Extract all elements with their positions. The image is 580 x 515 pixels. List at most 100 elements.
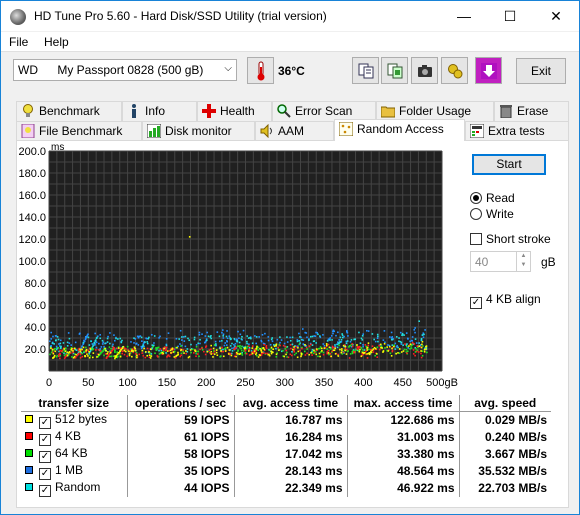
tab-extra-tests[interactable]: Extra tests <box>465 121 569 141</box>
result-size-cell[interactable]: ✓ 1 MB <box>21 463 127 480</box>
close-button[interactable]: ✕ <box>533 1 579 31</box>
menu-help[interactable]: Help <box>44 35 69 49</box>
scatter-point <box>66 341 69 344</box>
checkmark-icon[interactable]: ✓ <box>39 467 51 480</box>
scatter-point <box>382 339 385 341</box>
scatter-point <box>371 345 374 347</box>
tab-folder-usage[interactable]: Folder Usage <box>376 101 494 121</box>
scatter-point <box>255 349 257 352</box>
tab-random-access[interactable]: Random Access <box>334 119 465 141</box>
stroke-size-spinner[interactable]: 40 ▲ ▼ <box>470 251 531 272</box>
checkmark-icon: ✓ <box>470 297 482 309</box>
tab-disk-monitor[interactable]: Disk monitor <box>142 121 255 141</box>
scatter-point <box>152 345 154 348</box>
scatter-point <box>261 351 263 353</box>
scatter-point <box>142 355 145 357</box>
save-button[interactable] <box>475 57 502 84</box>
scatter-point <box>414 354 416 357</box>
scatter-point <box>366 346 369 349</box>
scatter-point <box>173 356 176 358</box>
scatter-point <box>426 351 428 354</box>
tab-erase[interactable]: Erase <box>494 101 569 121</box>
drive-select[interactable]: WD My Passport 0828 (500 gB) ⌵ <box>13 59 237 81</box>
scatter-point <box>411 341 414 344</box>
scatter-point <box>155 349 158 351</box>
tab-file-benchmark[interactable]: File Benchmark <box>16 121 142 141</box>
write-radio[interactable]: Write <box>470 207 514 221</box>
tab-health[interactable]: Health <box>197 101 272 121</box>
tab-aam[interactable]: AAM <box>255 121 334 141</box>
screenshot-button[interactable] <box>411 57 438 84</box>
tab-benchmark[interactable]: Benchmark <box>16 101 122 121</box>
scatter-point <box>390 331 393 334</box>
scatter-point <box>249 336 251 339</box>
scatter-point <box>390 355 393 357</box>
y-tick-label: 100.0 <box>18 256 46 268</box>
scatter-point <box>210 350 213 353</box>
scatter-point <box>327 352 330 354</box>
gears-icon <box>447 63 462 78</box>
checkmark-icon[interactable]: ✓ <box>39 416 51 429</box>
checkmark-icon[interactable]: ✓ <box>39 450 51 463</box>
scatter-point <box>207 335 210 338</box>
scatter-point <box>398 340 400 343</box>
scatter-point <box>331 346 334 349</box>
scatter-point <box>423 349 426 351</box>
scatter-point <box>103 354 105 357</box>
minimize-button[interactable]: — <box>441 1 487 31</box>
scatter-point <box>384 341 386 344</box>
scatter-point <box>91 356 94 359</box>
read-radio[interactable]: Read <box>470 191 515 205</box>
scatter-point <box>193 352 195 354</box>
checkmark-icon[interactable]: ✓ <box>39 484 51 497</box>
result-size-cell[interactable]: ✓ 512 bytes <box>21 411 127 429</box>
scatter-point <box>165 352 167 354</box>
scatter-point <box>359 342 362 344</box>
maximize-button[interactable]: ☐ <box>487 1 533 31</box>
temperature-button[interactable] <box>247 57 274 84</box>
scatter-point <box>92 352 95 354</box>
scatter-point <box>86 353 88 355</box>
menu-file[interactable]: File <box>9 35 28 49</box>
scatter-point <box>81 352 84 355</box>
scatter-point <box>63 352 65 355</box>
scatter-point <box>136 335 139 338</box>
copy-screenshot-button[interactable] <box>381 57 408 84</box>
title-bar: HD Tune Pro 5.60 - Hard Disk/SSD Utility… <box>1 1 579 31</box>
scatter-point <box>233 355 236 358</box>
scatter-point <box>159 348 162 350</box>
scatter-point <box>330 355 333 358</box>
result-size-cell[interactable]: ✓ 64 KB <box>21 446 127 463</box>
result-size-cell[interactable]: ✓ 4 KB <box>21 429 127 446</box>
result-max: 122.686 ms <box>346 411 459 429</box>
scatter-point <box>116 351 118 353</box>
options-button[interactable] <box>441 57 468 84</box>
start-button[interactable]: Start <box>472 154 546 175</box>
spinner-arrows-icon[interactable]: ▲ ▼ <box>516 252 530 271</box>
scatter-point <box>275 353 278 356</box>
result-speed: 35.532 MB/s <box>458 462 551 480</box>
scatter-point <box>231 350 234 352</box>
scatter-point <box>374 354 376 357</box>
scatter-point <box>323 345 326 347</box>
scatter-point <box>418 342 420 344</box>
copy-text-button[interactable] <box>352 57 379 84</box>
exit-button[interactable]: Exit <box>516 58 566 84</box>
scatter-point <box>195 345 198 348</box>
scatter-point <box>272 348 274 351</box>
scatter-point <box>302 339 305 342</box>
4kb-align-checkbox[interactable]: ✓ 4 KB align <box>470 292 541 309</box>
short-stroke-checkbox[interactable]: Short stroke <box>470 232 551 246</box>
scatter-point <box>251 345 254 347</box>
result-size-cell[interactable]: ✓ Random <box>21 480 127 497</box>
tab-error-scan[interactable]: Error Scan <box>272 101 376 121</box>
tab-info[interactable]: Info <box>122 101 197 121</box>
scatter-point <box>231 342 233 345</box>
scatter-point <box>348 357 351 359</box>
scatter-point <box>425 348 427 350</box>
scatter-point <box>113 339 116 342</box>
checkmark-icon[interactable]: ✓ <box>39 433 51 446</box>
scatter-point <box>267 336 270 338</box>
scatter-point <box>406 350 409 353</box>
scatter-point <box>146 341 149 343</box>
